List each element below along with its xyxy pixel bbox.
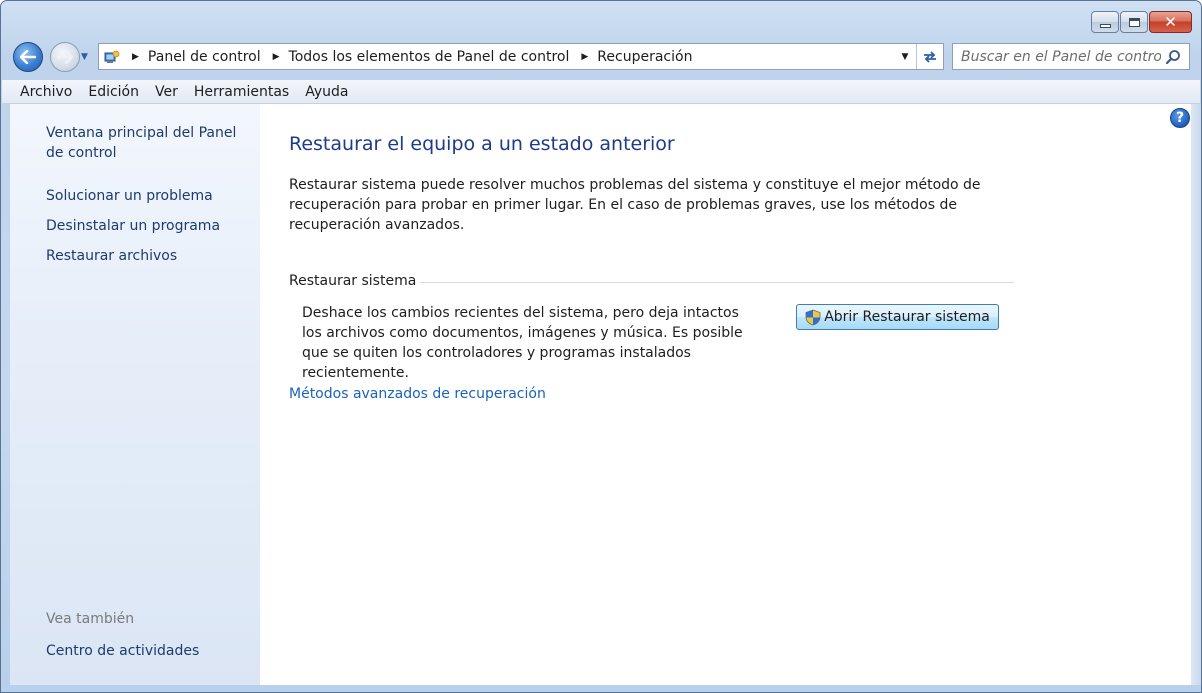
- menu-edicion[interactable]: Edición: [80, 84, 147, 100]
- open-button-label: Abrir Restaurar sistema: [824, 309, 990, 325]
- group-title: Restaurar sistema: [289, 273, 417, 289]
- caption-buttons: ✕: [1091, 11, 1192, 33]
- menu-ayuda[interactable]: Ayuda: [297, 84, 356, 100]
- open-system-restore-button[interactable]: Abrir Restaurar sistema: [796, 304, 999, 330]
- breadcrumb-recovery[interactable]: Recuperación: [597, 49, 692, 65]
- group-header: Restaurar sistema: [289, 271, 1014, 291]
- breadcrumb-separator[interactable]: ▶: [273, 52, 280, 62]
- recent-pages-dropdown[interactable]: ▼: [81, 52, 88, 62]
- maximize-button[interactable]: [1120, 11, 1148, 33]
- sidebar-link-control-panel-home[interactable]: Ventana principal del Panel de control: [46, 123, 256, 163]
- help-icon[interactable]: ?: [1170, 108, 1190, 128]
- back-button[interactable]: [13, 42, 43, 72]
- see-also-heading: Vea también: [46, 611, 135, 627]
- breadcrumb-control-panel[interactable]: Panel de control: [148, 49, 261, 65]
- intro-text: Restaurar sistema puede resolver muchos …: [289, 177, 981, 233]
- maximize-icon: [1128, 17, 1140, 27]
- minimize-icon: [1099, 24, 1111, 28]
- sidebar-link-action-center[interactable]: Centro de actividades: [46, 641, 199, 661]
- back-arrow-icon: [20, 50, 36, 64]
- menu-ver[interactable]: Ver: [147, 84, 186, 100]
- sidebar-link-uninstall[interactable]: Desinstalar un programa: [46, 216, 220, 236]
- sidebar-link-restore-files[interactable]: Restaurar archivos: [46, 246, 177, 266]
- refresh-button[interactable]: [916, 44, 943, 69]
- breadcrumb-separator[interactable]: ▶: [132, 52, 139, 62]
- search-input[interactable]: [961, 48, 1161, 65]
- breadcrumb-separator[interactable]: ▶: [581, 52, 588, 62]
- window-frame-right: [1191, 104, 1201, 685]
- main-content: ? Restaurar el equipo a un estado anteri…: [260, 104, 1191, 685]
- uac-shield-icon: [805, 309, 821, 325]
- group-description: Deshace los cambios recientes del sistem…: [302, 305, 743, 381]
- task-pane: Ventana principal del Panel de control S…: [10, 104, 260, 685]
- control-panel-icon: [104, 49, 120, 65]
- address-dropdown-button[interactable]: ▼: [897, 44, 913, 69]
- refresh-icon: [924, 50, 936, 63]
- page-title: Restaurar el equipo a un estado anterior: [289, 133, 675, 155]
- forward-arrow-icon: [57, 50, 73, 64]
- sidebar-link-troubleshoot[interactable]: Solucionar un problema: [46, 186, 213, 206]
- address-bar[interactable]: ▶ Panel de control ▶ Todos los elementos…: [98, 43, 944, 70]
- close-button[interactable]: ✕: [1149, 11, 1192, 33]
- menu-bar: Archivo Edición Ver Herramientas Ayuda: [2, 80, 1200, 104]
- explorer-window: ✕ ▼ ▶ Panel de control ▶ Todos los eleme…: [0, 0, 1202, 693]
- minimize-button[interactable]: [1091, 11, 1119, 33]
- search-icon[interactable]: [1165, 49, 1181, 65]
- close-icon: ✕: [1164, 12, 1177, 31]
- breadcrumb-all-items[interactable]: Todos los elementos de Panel de control: [289, 49, 570, 65]
- advanced-recovery-link[interactable]: Métodos avanzados de recuperación: [289, 386, 546, 402]
- search-box[interactable]: [952, 43, 1190, 70]
- menu-herramientas[interactable]: Herramientas: [186, 84, 297, 100]
- menu-archivo[interactable]: Archivo: [12, 84, 80, 100]
- forward-button[interactable]: [50, 42, 80, 72]
- group-divider: [420, 282, 1014, 283]
